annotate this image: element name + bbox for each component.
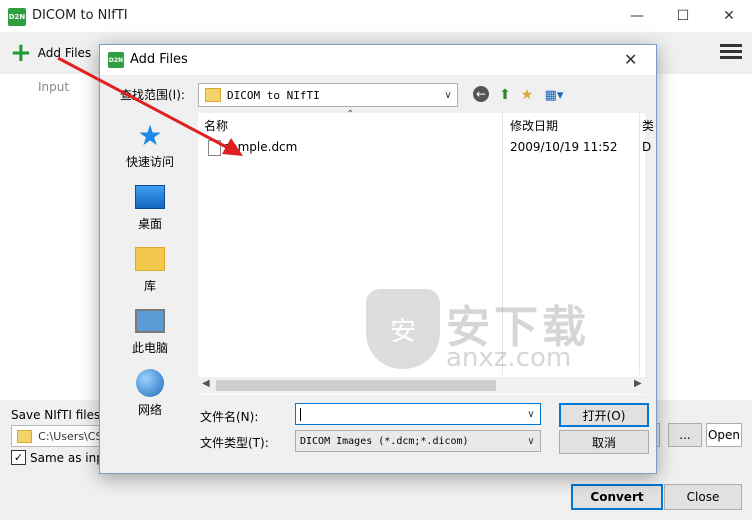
place-network[interactable]: 网络 — [110, 369, 190, 418]
column-header-type[interactable]: 类 — [642, 117, 654, 134]
output-path-text: C:\Users\CS\ — [38, 429, 102, 443]
file-type: D — [642, 140, 652, 154]
place-label: 库 — [143, 279, 156, 293]
column-header-input[interactable]: Input — [38, 80, 69, 94]
up-folder-icon[interactable]: ⬆ — [496, 86, 514, 104]
add-files-dialog: D2N Add Files ✕ 查找范围(I): DICOM to NIfTI … — [99, 44, 657, 474]
desktop-icon — [135, 185, 165, 209]
place-label: 网络 — [137, 403, 162, 417]
sort-ascending-icon: ⌃ — [346, 109, 355, 120]
place-quick-access[interactable]: ★ 快速访问 — [110, 118, 190, 170]
folder-icon — [17, 429, 33, 443]
title-bar: D2N DICOM to NIfTI — ☐ ✕ — [0, 0, 752, 32]
chevron-down-icon: ∨ — [527, 435, 535, 447]
star-icon: ★ — [137, 118, 163, 152]
place-label: 桌面 — [137, 217, 162, 231]
file-icon — [208, 140, 221, 156]
file-row[interactable]: sample.dcm 2009/10/19 11:52 D — [198, 139, 651, 157]
folder-icon — [205, 88, 221, 102]
place-label: 此电脑 — [131, 341, 168, 355]
add-files-label: Add Files — [37, 46, 92, 60]
add-files-button[interactable]: + Add Files — [10, 40, 91, 66]
look-in-dropdown[interactable]: DICOM to NIfTI ∨ — [198, 83, 458, 107]
column-divider[interactable] — [639, 113, 640, 375]
chevron-down-icon[interactable]: ∨ — [522, 409, 540, 420]
file-type-value: DICOM Images (*.dcm;*.dicom) — [300, 435, 469, 447]
place-desktop[interactable]: 桌面 — [110, 183, 190, 232]
watermark-subtitle: anxz.com — [446, 343, 572, 373]
file-list[interactable]: ⌃ 名称 修改日期 类 sample.dcm 2009/10/19 11:52 … — [198, 109, 654, 395]
hamburger-icon[interactable] — [720, 42, 742, 62]
watermark: 安 安下载 anxz.com — [366, 289, 606, 379]
column-headers: ⌃ 名称 修改日期 类 — [198, 109, 654, 135]
place-label: 快速访问 — [125, 155, 174, 169]
browse-button[interactable]: ... — [668, 423, 702, 447]
computer-icon — [135, 309, 165, 333]
new-folder-icon[interactable]: ★ — [518, 86, 536, 104]
dialog-cancel-button[interactable]: 取消 — [559, 430, 649, 454]
column-header-name[interactable]: 名称 — [204, 117, 228, 134]
file-name: sample.dcm — [224, 140, 298, 154]
output-path-field[interactable]: C:\Users\CS\ — [11, 425, 103, 447]
scroll-thumb[interactable] — [216, 380, 496, 391]
scroll-left-icon[interactable]: ◀ — [202, 378, 210, 389]
close-icon[interactable]: ✕ — [706, 0, 752, 32]
plus-icon: + — [10, 38, 32, 68]
places-bar: ★ 快速访问 桌面 库 此电脑 网络 — [110, 113, 190, 418]
watermark-shield-icon: 安 — [366, 289, 440, 369]
maximize-icon[interactable]: ☐ — [660, 0, 706, 32]
library-icon — [135, 247, 165, 271]
file-type-label: 文件类型(T): — [200, 436, 269, 450]
dialog-close-icon[interactable]: ✕ — [624, 50, 637, 69]
close-button[interactable]: Close — [664, 484, 742, 510]
file-type-dropdown[interactable]: DICOM Images (*.dcm;*.dicom) ∨ — [295, 430, 541, 452]
look-in-label: 查找范围(I): — [120, 88, 185, 102]
dialog-title: Add Files — [130, 52, 188, 67]
dialog-logo-icon: D2N — [108, 52, 124, 68]
network-icon — [136, 369, 164, 397]
open-folder-button[interactable]: Open — [706, 423, 742, 447]
app-logo-icon: D2N — [8, 8, 26, 26]
horizontal-scrollbar[interactable]: ◀ ▶ — [198, 377, 645, 394]
dialog-open-button[interactable]: 打开(O) — [559, 403, 649, 427]
file-name-input[interactable]: ∨ — [295, 403, 541, 425]
back-icon[interactable]: ← — [473, 86, 489, 102]
scroll-right-icon[interactable]: ▶ — [634, 378, 642, 389]
minimize-icon[interactable]: — — [614, 0, 660, 32]
column-header-date[interactable]: 修改日期 — [510, 117, 558, 134]
place-library[interactable]: 库 — [110, 245, 190, 294]
view-menu-icon[interactable]: ▦▾ — [541, 86, 567, 104]
dialog-title-bar: D2N Add Files ✕ — [100, 45, 656, 75]
place-this-pc[interactable]: 此电脑 — [110, 307, 190, 356]
file-name-label: 文件名(N): — [200, 410, 259, 424]
checkbox-checked-icon: ✓ — [11, 450, 26, 465]
convert-button[interactable]: Convert — [571, 484, 663, 510]
text-caret — [300, 407, 301, 421]
app-title: DICOM to NIfTI — [32, 8, 128, 23]
file-date: 2009/10/19 11:52 — [510, 140, 618, 154]
look-in-value: DICOM to NIfTI — [227, 88, 320, 102]
chevron-down-icon: ∨ — [444, 89, 452, 101]
